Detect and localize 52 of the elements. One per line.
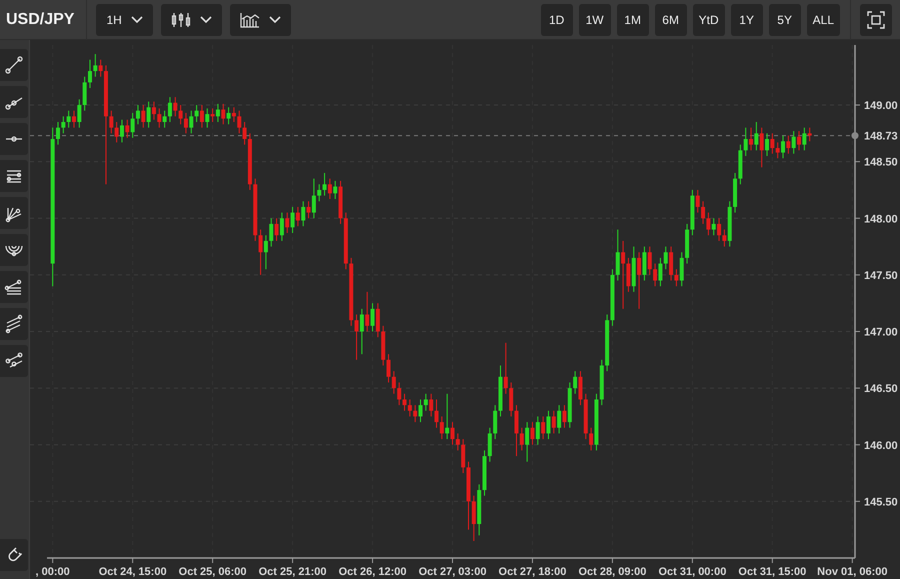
price-label: 148.50 (864, 156, 898, 169)
time-label: Oct 25, 06:00 (178, 566, 247, 578)
price-label: 145.50 (864, 496, 898, 508)
time-label: , 00:00 (36, 566, 70, 578)
time-label: Oct 31, 15:00 (738, 566, 806, 578)
time-label: Oct 26, 12:00 (338, 566, 406, 578)
range-button[interactable]: 1M (616, 4, 649, 36)
range-button[interactable]: YtD (692, 4, 725, 36)
drawing-tool-button[interactable] (0, 49, 28, 81)
drawing-tool-button[interactable] (0, 197, 28, 229)
price-label: 146.00 (864, 440, 898, 452)
price-label: 148.00 (864, 213, 898, 226)
indicators-dropdown[interactable] (230, 4, 291, 36)
time-label: Oct 28, 09:00 (578, 566, 646, 578)
time-label: Oct 24, 15:00 (98, 566, 167, 578)
drawing-tool-button[interactable] (0, 160, 28, 192)
chart-type-dropdown[interactable] (160, 4, 222, 36)
range-button[interactable]: 6M (654, 4, 687, 36)
range-button[interactable]: 5Y (768, 4, 801, 36)
time-label: Nov 01, 06:00 (817, 566, 888, 578)
magnet-button[interactable] (0, 539, 28, 571)
last-price-marker (852, 132, 858, 140)
fullscreen-icon (867, 10, 885, 28)
chevron-down-icon (200, 16, 212, 24)
drawing-tool-button[interactable] (0, 345, 28, 377)
bar-chart-icon (240, 12, 260, 28)
trend-line-icon (4, 55, 24, 75)
time-label: Oct 27, 03:00 (418, 566, 486, 578)
range-button[interactable]: 1Y (730, 4, 763, 36)
chevron-down-icon (130, 16, 143, 24)
price-label: 147.50 (864, 270, 898, 282)
time-label: Oct 31, 00:00 (658, 566, 726, 578)
range-button[interactable]: 1D (540, 4, 573, 36)
drawing-tool-button[interactable] (0, 123, 28, 155)
time-label: Oct 27, 18:00 (498, 566, 566, 578)
fullscreen-button[interactable] (860, 4, 892, 36)
interval-dropdown[interactable]: 1H (96, 4, 153, 36)
channel-lines-icon (4, 314, 24, 334)
range-button[interactable]: 1W (578, 4, 611, 36)
drawing-tool-button[interactable] (0, 271, 28, 303)
time-label: Oct 25, 21:00 (258, 566, 326, 578)
candlestick-icon (170, 12, 191, 28)
range-button[interactable]: ALL (806, 4, 840, 36)
drawing-tool-button[interactable] (0, 308, 28, 340)
chevron-down-icon (268, 16, 281, 24)
last-price-label: 148.73 (864, 130, 898, 143)
drawing-tool-button[interactable] (0, 234, 28, 266)
drawing-tool-button[interactable] (0, 86, 28, 118)
price-label: 149.00 (864, 100, 898, 112)
fibonacci-lines-icon (4, 277, 24, 297)
price-label: 147.00 (864, 326, 898, 338)
price-label: 146.50 (864, 383, 898, 396)
